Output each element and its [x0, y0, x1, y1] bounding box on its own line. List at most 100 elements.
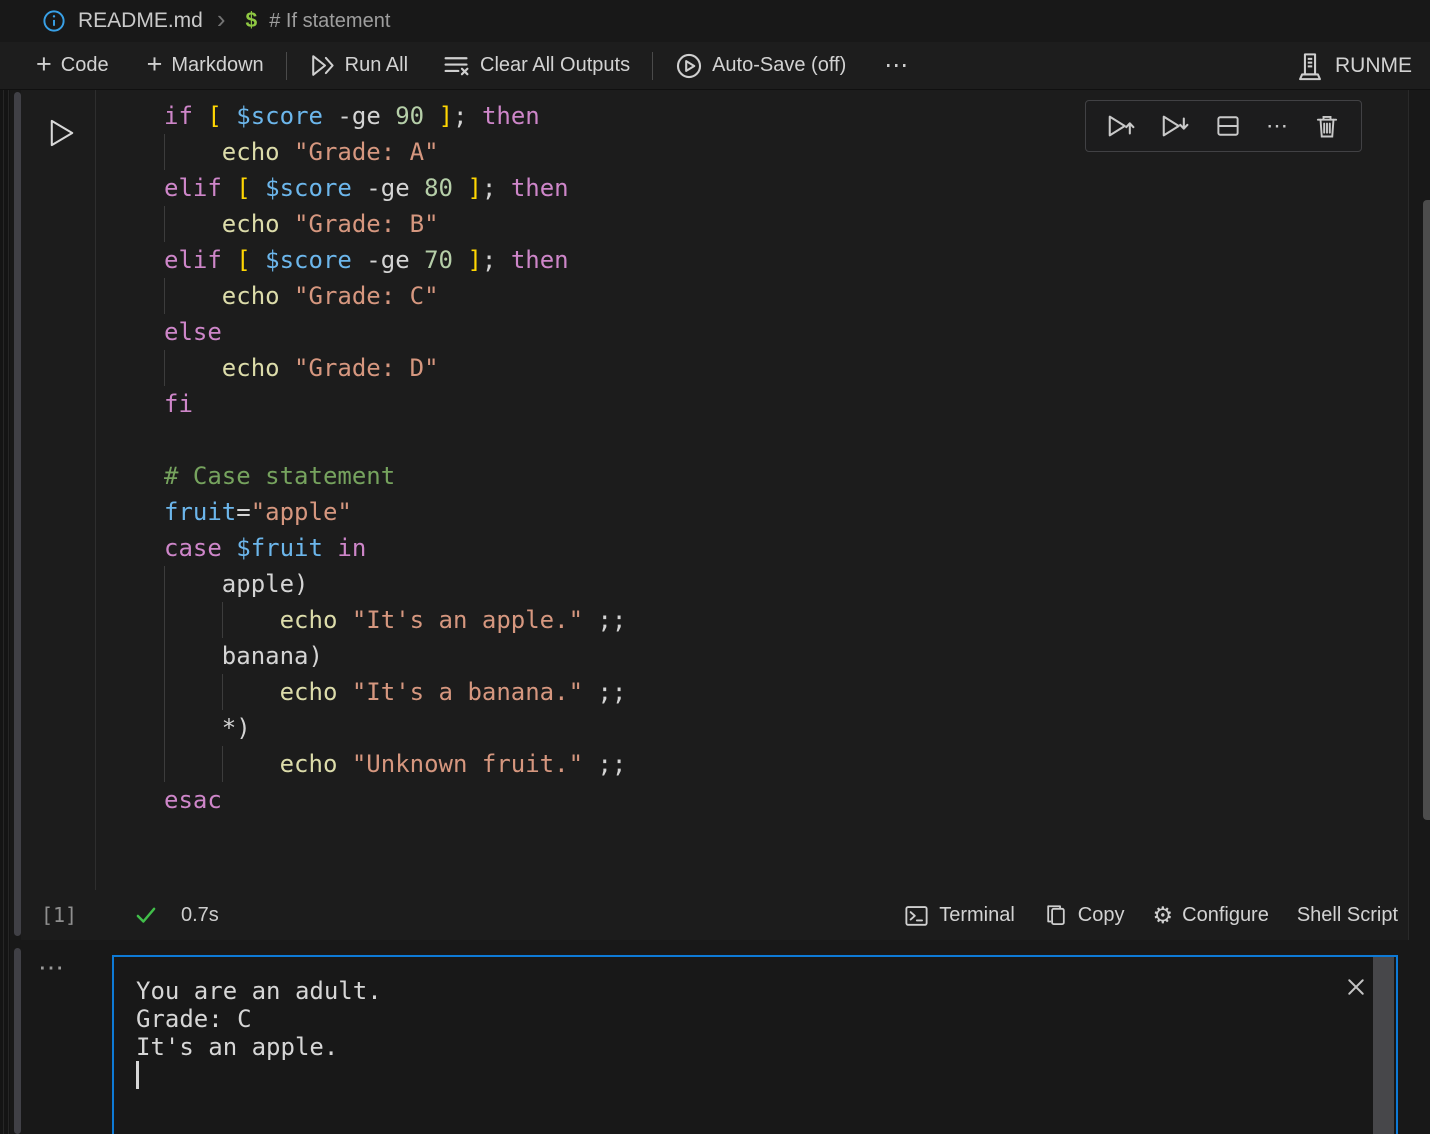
- auto-save-button[interactable]: Auto-Save (off): [667, 48, 854, 84]
- code-token: ]: [467, 246, 481, 274]
- code-token: in: [337, 534, 366, 562]
- copy-icon: [1043, 902, 1069, 928]
- run-cell-button[interactable]: [45, 114, 79, 152]
- code-token: [251, 246, 265, 274]
- notebook-window: README.md › $ # If statement + Code + Ma…: [0, 0, 1430, 1134]
- code-editor[interactable]: if [ $score -ge 90 ]; then echo "Grade: …: [97, 90, 1408, 890]
- code-token: elif: [164, 174, 222, 202]
- code-token: elif: [164, 246, 222, 274]
- indent-guide: [164, 710, 165, 746]
- cell-border: [1408, 90, 1409, 940]
- code-line: # Case statement: [97, 458, 1408, 494]
- toolbar-more-button[interactable]: ⋯: [870, 51, 924, 80]
- indent-guide: [164, 134, 165, 170]
- code-line: [97, 818, 1408, 854]
- code-token: ;: [482, 174, 511, 202]
- code-token: 80: [424, 174, 453, 202]
- output-more-button[interactable]: ⋯: [38, 952, 66, 983]
- code-token: else: [164, 318, 222, 346]
- output-text: You are an adult.Grade: CIt's an apple.: [114, 957, 1396, 1089]
- cell-status-bar: [1] 0.7s Terminal: [21, 890, 1408, 940]
- add-markdown-button[interactable]: + Markdown: [139, 50, 272, 82]
- execute-below-icon[interactable]: [1160, 111, 1190, 141]
- code-token: echo: [222, 210, 280, 238]
- code-token: if: [164, 102, 193, 130]
- code-line: echo "Grade: C": [97, 278, 1408, 314]
- code-token: [453, 174, 467, 202]
- code-token: echo: [280, 750, 338, 778]
- gutter-line: [3, 90, 4, 1134]
- output-scrollbar[interactable]: [1373, 957, 1394, 1134]
- code-token: [280, 138, 294, 166]
- code-token: *): [164, 714, 251, 742]
- code-token: echo: [280, 678, 338, 706]
- configure-label: Configure: [1182, 904, 1269, 927]
- code-line: elif [ $score -ge 70 ]; then: [97, 242, 1408, 278]
- code-line: *): [97, 710, 1408, 746]
- indent-guide: [222, 602, 223, 638]
- code-token: "apple": [251, 498, 352, 526]
- info-icon[interactable]: [42, 9, 66, 33]
- indent-guide: [164, 278, 165, 314]
- delete-cell-icon[interactable]: [1313, 112, 1341, 140]
- code-token: $score: [265, 246, 352, 274]
- terminal-cursor: [136, 1061, 139, 1089]
- code-token: [337, 678, 351, 706]
- code-token: [280, 210, 294, 238]
- code-line: [97, 422, 1408, 458]
- split-cell-icon[interactable]: [1214, 112, 1242, 140]
- success-check-icon: [133, 902, 159, 928]
- code-token: [337, 606, 351, 634]
- code-token: "Grade: D": [294, 354, 439, 382]
- code-line: apple): [97, 566, 1408, 602]
- cell-output: You are an adult.Grade: CIt's an apple.: [112, 955, 1398, 1134]
- output-focus-bar[interactable]: [14, 948, 21, 1134]
- code-token: ;;: [583, 678, 626, 706]
- cell-focus-bar[interactable]: [14, 92, 21, 936]
- code-token: [: [207, 102, 221, 130]
- output-line: It's an apple.: [136, 1033, 1396, 1061]
- code-token: "It's a banana.": [352, 678, 583, 706]
- breadcrumb: README.md › $ # If statement: [0, 0, 1430, 42]
- configure-button[interactable]: ⚙ Configure: [1153, 904, 1269, 927]
- code-token: ;;: [583, 750, 626, 778]
- indent-guide: [164, 350, 165, 386]
- execution-duration: 0.7s: [181, 904, 219, 927]
- code-token: [337, 750, 351, 778]
- execute-above-icon[interactable]: [1106, 111, 1136, 141]
- code-line: [97, 854, 1408, 890]
- code-token: $score: [265, 174, 352, 202]
- code-line: echo "Grade: B": [97, 206, 1408, 242]
- code-token: ;: [453, 102, 482, 130]
- run-all-icon: [309, 52, 336, 79]
- copy-button[interactable]: Copy: [1043, 902, 1125, 928]
- code-token: esac: [164, 786, 222, 814]
- code-token: 90: [395, 102, 424, 130]
- code-token: "Grade: C": [294, 282, 439, 310]
- code-cell: if [ $score -ge 90 ]; then echo "Grade: …: [21, 90, 1408, 940]
- code-token: echo: [222, 282, 280, 310]
- code-token: [: [236, 174, 250, 202]
- output-line: You are an adult.: [136, 977, 1396, 1005]
- code-token: [164, 354, 222, 382]
- breadcrumb-cell-heading[interactable]: # If statement: [269, 10, 390, 33]
- code-token: [222, 174, 236, 202]
- clear-outputs-icon: [442, 51, 471, 80]
- run-all-button[interactable]: Run All: [301, 48, 416, 83]
- code-token: [323, 534, 337, 562]
- add-code-button[interactable]: + Code: [28, 50, 117, 82]
- breadcrumb-file[interactable]: README.md: [78, 9, 203, 33]
- code-token: banana): [164, 642, 323, 670]
- language-picker[interactable]: Shell Script: [1297, 904, 1398, 927]
- code-token: [251, 174, 265, 202]
- cell-more-icon[interactable]: ⋯: [1266, 113, 1289, 139]
- terminal-button[interactable]: Terminal: [903, 902, 1015, 929]
- add-code-label: Code: [61, 54, 109, 77]
- code-token: $score: [236, 102, 323, 130]
- gutter-line: [8, 90, 9, 1134]
- editor-scrollbar[interactable]: [1423, 200, 1430, 820]
- clear-all-outputs-button[interactable]: Clear All Outputs: [434, 47, 638, 84]
- close-output-icon[interactable]: [1344, 975, 1368, 1004]
- runme-brand[interactable]: RUNME: [1295, 51, 1416, 81]
- code-token: fruit: [164, 498, 236, 526]
